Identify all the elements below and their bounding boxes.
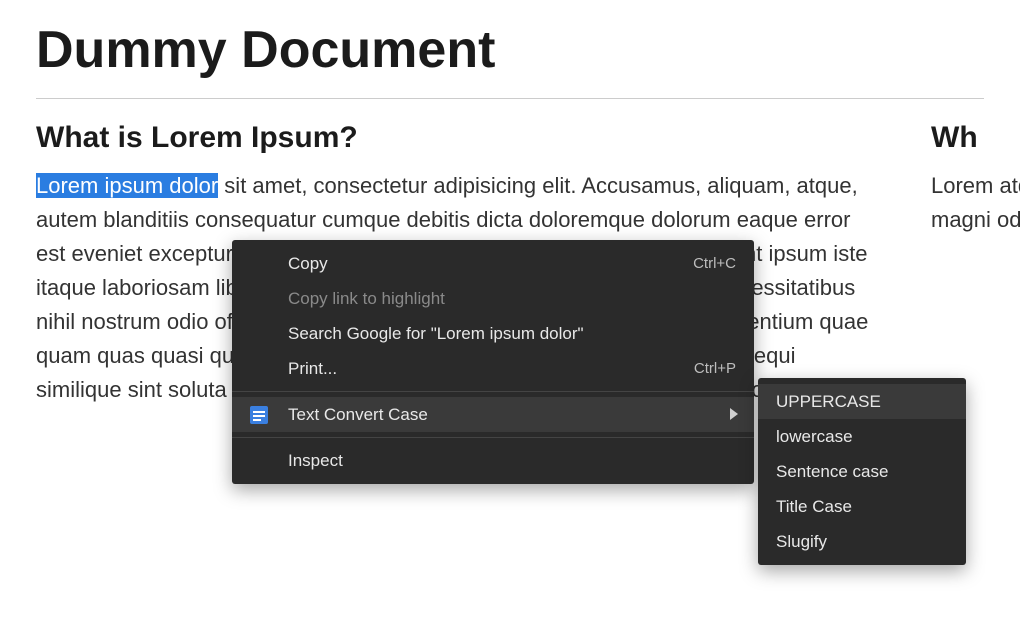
shortcut-print: Ctrl+P (694, 360, 736, 377)
submenu-text-convert[interactable]: UPPERCASE lowercase Sentence case Title … (758, 378, 966, 565)
text-convert-icon (248, 404, 270, 426)
shortcut-copy: Ctrl+C (693, 255, 736, 272)
page-title: Dummy Document (36, 20, 984, 80)
menu-separator (232, 391, 754, 392)
section-heading-left: What is Lorem Ipsum? (36, 121, 881, 155)
menu-item-text-convert-case[interactable]: Text Convert Case (232, 397, 754, 432)
context-menu[interactable]: Copy Ctrl+C Copy link to highlight Searc… (232, 240, 754, 484)
submenu-item-title-case[interactable]: Title Case (758, 489, 966, 524)
menu-item-copy[interactable]: Copy Ctrl+C (232, 246, 754, 281)
menu-item-inspect[interactable]: Inspect (232, 443, 754, 478)
menu-item-search-google[interactable]: Search Google for "Lorem ipsum dolor" (232, 316, 754, 351)
right-column: Wh Lorem atque dolor harum magni odio (931, 121, 1020, 407)
submenu-item-lowercase[interactable]: lowercase (758, 419, 966, 454)
menu-separator (232, 437, 754, 438)
submenu-item-uppercase[interactable]: UPPERCASE (758, 384, 966, 419)
selected-text[interactable]: Lorem ipsum dolor (36, 173, 218, 198)
submenu-arrow-icon (730, 405, 738, 425)
body-paragraph-right: Lorem atque dolor harum magni odio (931, 169, 1020, 237)
menu-item-copy-link-highlight: Copy link to highlight (232, 281, 754, 316)
submenu-item-slugify[interactable]: Slugify (758, 524, 966, 559)
horizontal-rule (36, 98, 984, 99)
submenu-item-sentence-case[interactable]: Sentence case (758, 454, 966, 489)
section-heading-right: Wh (931, 121, 1020, 155)
menu-item-print[interactable]: Print... Ctrl+P (232, 351, 754, 386)
